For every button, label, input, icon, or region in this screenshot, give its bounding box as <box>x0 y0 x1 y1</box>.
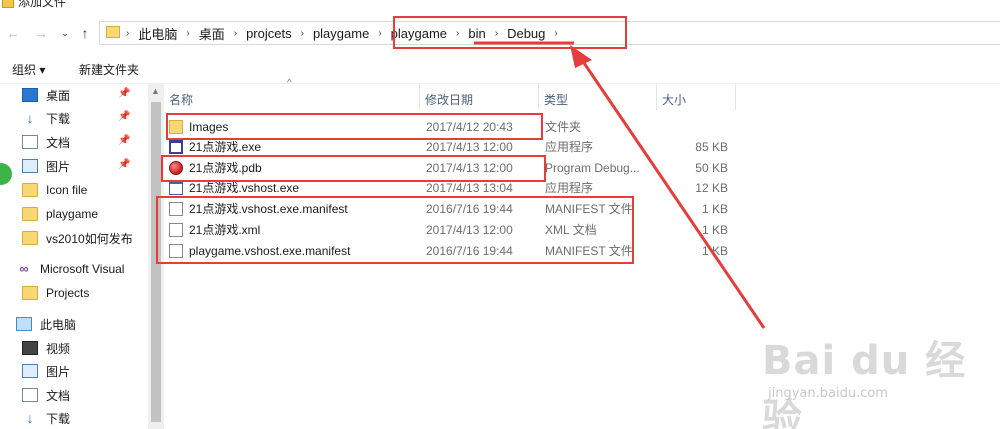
sidebar-item-label: 下载 <box>46 411 71 426</box>
breadcrumb-this-pc[interactable]: 此电脑 <box>138 24 177 43</box>
sidebar-item-label: 桌面 <box>46 88 71 103</box>
sidebar-item-documents[interactable]: 文档 📌 <box>22 132 130 152</box>
sidebar-item-label: 文档 <box>46 135 71 150</box>
vshost-exe-icon <box>169 181 183 195</box>
sidebar-item-pc-downloads[interactable]: ↓ 下载 <box>22 408 71 428</box>
annotation-box-images <box>166 113 543 140</box>
file-type: Program Debug... <box>545 161 640 175</box>
download-icon: ↓ <box>26 410 34 426</box>
up-arrow-icon[interactable]: ↑ <box>76 24 94 42</box>
sidebar-item-pc-documents[interactable]: 文档 <box>22 385 70 405</box>
breadcrumb-projcets[interactable]: projcets <box>246 26 292 41</box>
breadcrumb-separator: › <box>233 27 238 39</box>
video-icon <box>22 341 38 355</box>
address-folder-icon <box>106 26 120 38</box>
sidebar-item-pictures[interactable]: 图片 📌 <box>22 156 130 176</box>
breadcrumb-desktop[interactable]: 桌面 <box>199 24 225 43</box>
sidebar-item-microsoft-visual[interactable]: ∞ Microsoft Visual <box>16 259 124 279</box>
pin-icon[interactable]: 📌 <box>118 159 130 170</box>
exe-icon <box>169 140 183 154</box>
column-headers: ^ 名称 修改日期 类型 大小 <box>164 78 736 110</box>
computer-icon <box>16 317 32 331</box>
column-header-type[interactable]: 类型 <box>539 84 657 110</box>
organize-button[interactable]: 组织 ▾ <box>12 61 45 78</box>
picture-icon <box>22 364 38 378</box>
sidebar-item-label: vs2010如何发布 <box>46 231 133 246</box>
new-folder-button[interactable]: 新建文件夹 <box>79 61 139 78</box>
baidu-watermark: Bai du 经验 jingyan.baidu.com <box>750 320 995 429</box>
folder-icon <box>22 207 38 221</box>
file-size: 85 KB <box>695 140 728 154</box>
sidebar-item-videos[interactable]: 视频 <box>22 338 70 358</box>
file-size: 50 KB <box>695 161 728 175</box>
picture-icon <box>22 159 38 173</box>
breadcrumb-separator: › <box>126 27 130 39</box>
column-header-name[interactable]: 名称 <box>164 84 420 110</box>
sidebar-item-playgame[interactable]: playgame <box>22 204 98 224</box>
sidebar-item-label: Microsoft Visual <box>40 262 125 276</box>
sidebar-item-label: 视频 <box>46 341 71 356</box>
back-arrow-icon[interactable]: ← <box>4 24 22 42</box>
folder-icon <box>22 286 38 300</box>
pin-icon[interactable]: 📌 <box>118 111 130 122</box>
sidebar-item-label: 此电脑 <box>40 317 77 332</box>
file-type: 应用程序 <box>545 140 594 154</box>
history-dropdown-icon[interactable]: ⌄ <box>56 24 74 42</box>
sidebar-item-label: 文档 <box>46 388 71 403</box>
visual-studio-icon: ∞ <box>19 261 29 276</box>
sidebar-item-label: playgame <box>46 207 99 221</box>
desktop-icon <box>22 88 38 102</box>
command-bar: 组织 ▾ 新建文件夹 <box>0 52 1000 84</box>
navigation-pane: 桌面 📌 ↓ 下载 📌 文档 📌 图片 📌 Icon file playgame… <box>0 84 148 429</box>
pin-icon[interactable]: 📌 <box>118 88 130 99</box>
breadcrumb-playgame[interactable]: playgame <box>313 26 369 41</box>
sidebar-item-label: 图片 <box>46 364 71 379</box>
window-titlebar: 添加文件 <box>0 0 1000 14</box>
forward-arrow-icon[interactable]: → <box>32 24 50 42</box>
watermark-url: jingyan.baidu.com <box>768 386 888 401</box>
sidebar-item-icon-file[interactable]: Icon file <box>22 180 87 200</box>
sidebar-item-label: Icon file <box>46 183 88 197</box>
file-type: 应用程序 <box>545 181 594 195</box>
folder-icon <box>22 231 38 245</box>
window-folder-icon <box>2 0 14 8</box>
sidebar-item-downloads[interactable]: ↓ 下载 📌 <box>22 108 131 128</box>
breadcrumb-separator: › <box>186 27 190 39</box>
file-size: 1 KB <box>701 244 728 258</box>
column-header-date[interactable]: 修改日期 <box>420 84 539 110</box>
sidebar-item-label: Projects <box>46 286 90 300</box>
annotation-box-manifests <box>156 196 634 264</box>
file-type: 文件夹 <box>545 120 582 134</box>
sidebar-item-label: 图片 <box>46 159 71 174</box>
document-icon <box>22 388 38 402</box>
scroll-up-icon[interactable]: ▲ <box>151 86 160 96</box>
column-header-size[interactable]: 大小 <box>657 84 736 110</box>
annotation-box-pdb <box>161 155 546 182</box>
sidebar-item-desktop[interactable]: 桌面 📌 <box>22 85 130 105</box>
file-size: 12 KB <box>695 181 728 195</box>
pin-icon[interactable]: 📌 <box>118 135 130 146</box>
file-date: 2017/4/13 12:00 <box>426 140 513 154</box>
sidebar-item-this-pc[interactable]: 此电脑 <box>16 314 76 334</box>
sidebar-item-vs2010[interactable]: vs2010如何发布 <box>22 228 133 248</box>
file-size: 1 KB <box>701 223 728 237</box>
folder-icon <box>22 183 38 197</box>
file-size: 1 KB <box>701 202 728 216</box>
annotation-box-breadcrumb <box>393 16 627 49</box>
document-icon <box>22 135 38 149</box>
file-name: 21点游戏.exe <box>189 140 262 154</box>
sidebar-item-projects[interactable]: Projects <box>22 283 89 303</box>
window-title: 添加文件 <box>18 0 67 9</box>
sidebar-item-label: 下载 <box>46 111 71 126</box>
breadcrumb-separator: › <box>378 27 382 39</box>
sidebar-item-pc-pictures[interactable]: 图片 <box>22 361 70 381</box>
download-icon: ↓ <box>26 110 34 126</box>
breadcrumb-separator: › <box>300 27 304 39</box>
file-row[interactable]: 21点游戏.exe 2017/4/13 12:00 应用程序 85 KB <box>164 137 736 157</box>
watermark-brand: Bai du 经验 <box>762 338 967 429</box>
